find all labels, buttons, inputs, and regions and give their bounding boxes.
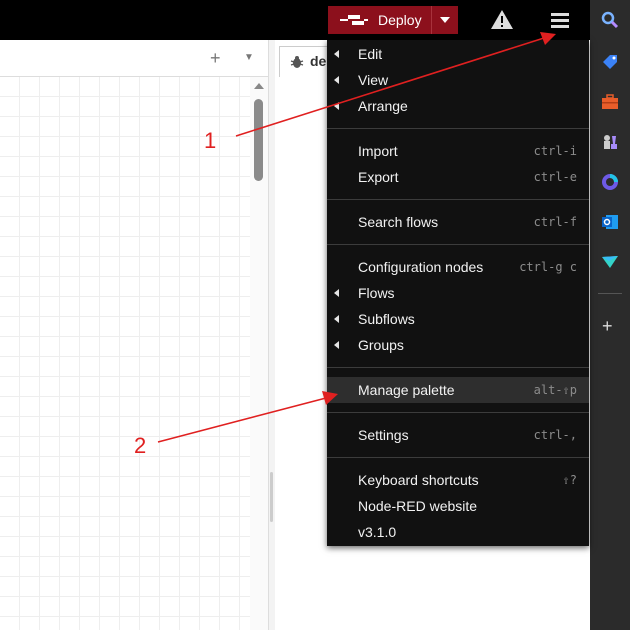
- chess-icon[interactable]: [600, 132, 620, 152]
- search-icon[interactable]: [600, 10, 620, 30]
- menu-item-label: Search flows: [358, 214, 439, 230]
- browser-side-rail: +: [590, 0, 630, 630]
- submenu-arrow-icon: [334, 76, 339, 84]
- submenu-arrow-icon: [334, 289, 339, 297]
- menu-item-export[interactable]: Export ctrl-e: [327, 164, 589, 190]
- menu-item-label: Configuration nodes: [358, 259, 484, 275]
- menu-item-shortcut: ctrl-i: [533, 144, 577, 158]
- menu-item-shortcut: ctrl-g c: [519, 260, 577, 274]
- menu-item-label: Groups: [358, 337, 404, 353]
- annotation-label-1: 1: [204, 128, 217, 153]
- rail-divider: [598, 293, 622, 294]
- main-menu-dropdown: Edit View Arrange Import ctrl-i Export c…: [327, 40, 589, 546]
- menu-item-shortcut: alt-⇧p: [533, 383, 577, 397]
- submenu-arrow-icon: [334, 50, 339, 58]
- deploy-icon: [340, 15, 368, 25]
- submenu-arrow-icon: [334, 102, 339, 110]
- menu-item-label: Subflows: [358, 311, 415, 327]
- warning-icon[interactable]: [490, 8, 514, 32]
- scroll-up-icon[interactable]: [254, 83, 264, 89]
- menu-item-node-red-website[interactable]: Node-RED website: [327, 493, 589, 519]
- hamburger-menu-icon[interactable]: [548, 10, 572, 30]
- menu-item-search-flows[interactable]: Search flows ctrl-f: [327, 209, 589, 235]
- menu-item-label: Export: [358, 169, 399, 185]
- menu-item-subflows[interactable]: Subflows: [327, 306, 589, 332]
- menu-item-label: Node-RED website: [358, 498, 478, 514]
- deploy-options-button[interactable]: [431, 6, 458, 34]
- menu-separator: [327, 128, 589, 129]
- divider-grip[interactable]: [270, 472, 273, 522]
- tag-icon[interactable]: [600, 52, 620, 72]
- menu-item-version[interactable]: v3.1.0: [327, 519, 589, 545]
- deploy-label: Deploy: [378, 12, 422, 28]
- menu-item-groups[interactable]: Groups: [327, 332, 589, 358]
- menu-item-shortcut: ctrl-f: [533, 215, 577, 229]
- menu-item-label: Keyboard shortcuts: [358, 472, 479, 488]
- annotation-label-2: 2: [134, 433, 147, 458]
- menu-separator: [327, 457, 589, 458]
- add-icon[interactable]: +: [602, 316, 613, 337]
- menu-item-shortcut: ctrl-,: [533, 428, 577, 442]
- menu-separator: [327, 244, 589, 245]
- canvas-scrollbar[interactable]: [250, 77, 268, 630]
- menu-separator: [327, 367, 589, 368]
- menu-item-manage-palette[interactable]: Manage palette alt-⇧p: [327, 377, 589, 403]
- menu-item-edit[interactable]: Edit: [327, 41, 589, 67]
- menu-item-keyboard-shortcuts[interactable]: Keyboard shortcuts ⇧?: [327, 467, 589, 493]
- header-bar: Deploy: [0, 0, 590, 40]
- send-icon[interactable]: [600, 252, 620, 272]
- flow-canvas[interactable]: [0, 77, 250, 630]
- menu-separator: [327, 412, 589, 413]
- menu-item-view[interactable]: View: [327, 67, 589, 93]
- menu-item-label: Import: [358, 143, 398, 159]
- flow-list-icon[interactable]: ▼: [244, 52, 254, 63]
- copilot-icon[interactable]: [600, 172, 620, 192]
- workspace-tab-bar: + ▼: [0, 40, 268, 77]
- add-flow-icon[interactable]: +: [210, 48, 221, 69]
- menu-item-arrange[interactable]: Arrange: [327, 93, 589, 119]
- submenu-arrow-icon: [334, 315, 339, 323]
- outlook-icon[interactable]: [600, 212, 620, 232]
- menu-item-label: Manage palette: [358, 382, 455, 398]
- scrollbar-thumb[interactable]: [254, 99, 263, 181]
- menu-item-label: Flows: [358, 285, 395, 301]
- menu-item-flows[interactable]: Flows: [327, 280, 589, 306]
- menu-item-label: Settings: [358, 427, 409, 443]
- menu-item-configuration-nodes[interactable]: Configuration nodes ctrl-g c: [327, 254, 589, 280]
- menu-item-label: View: [358, 72, 389, 88]
- bug-icon: [290, 56, 304, 68]
- menu-separator: [327, 199, 589, 200]
- menu-item-label: Arrange: [358, 98, 408, 114]
- chevron-down-icon: [440, 17, 450, 23]
- submenu-arrow-icon: [334, 341, 339, 349]
- menu-item-import[interactable]: Import ctrl-i: [327, 138, 589, 164]
- briefcase-icon[interactable]: [600, 92, 620, 112]
- menu-item-shortcut: ctrl-e: [533, 170, 577, 184]
- workspace: + ▼: [0, 40, 268, 630]
- menu-item-settings[interactable]: Settings ctrl-,: [327, 422, 589, 448]
- tab-debug-label: de: [310, 53, 327, 69]
- menu-item-label: v3.1.0: [358, 524, 397, 540]
- deploy-button[interactable]: Deploy: [328, 6, 458, 34]
- menu-item-label: Edit: [358, 46, 383, 62]
- menu-item-shortcut: ⇧?: [562, 473, 577, 487]
